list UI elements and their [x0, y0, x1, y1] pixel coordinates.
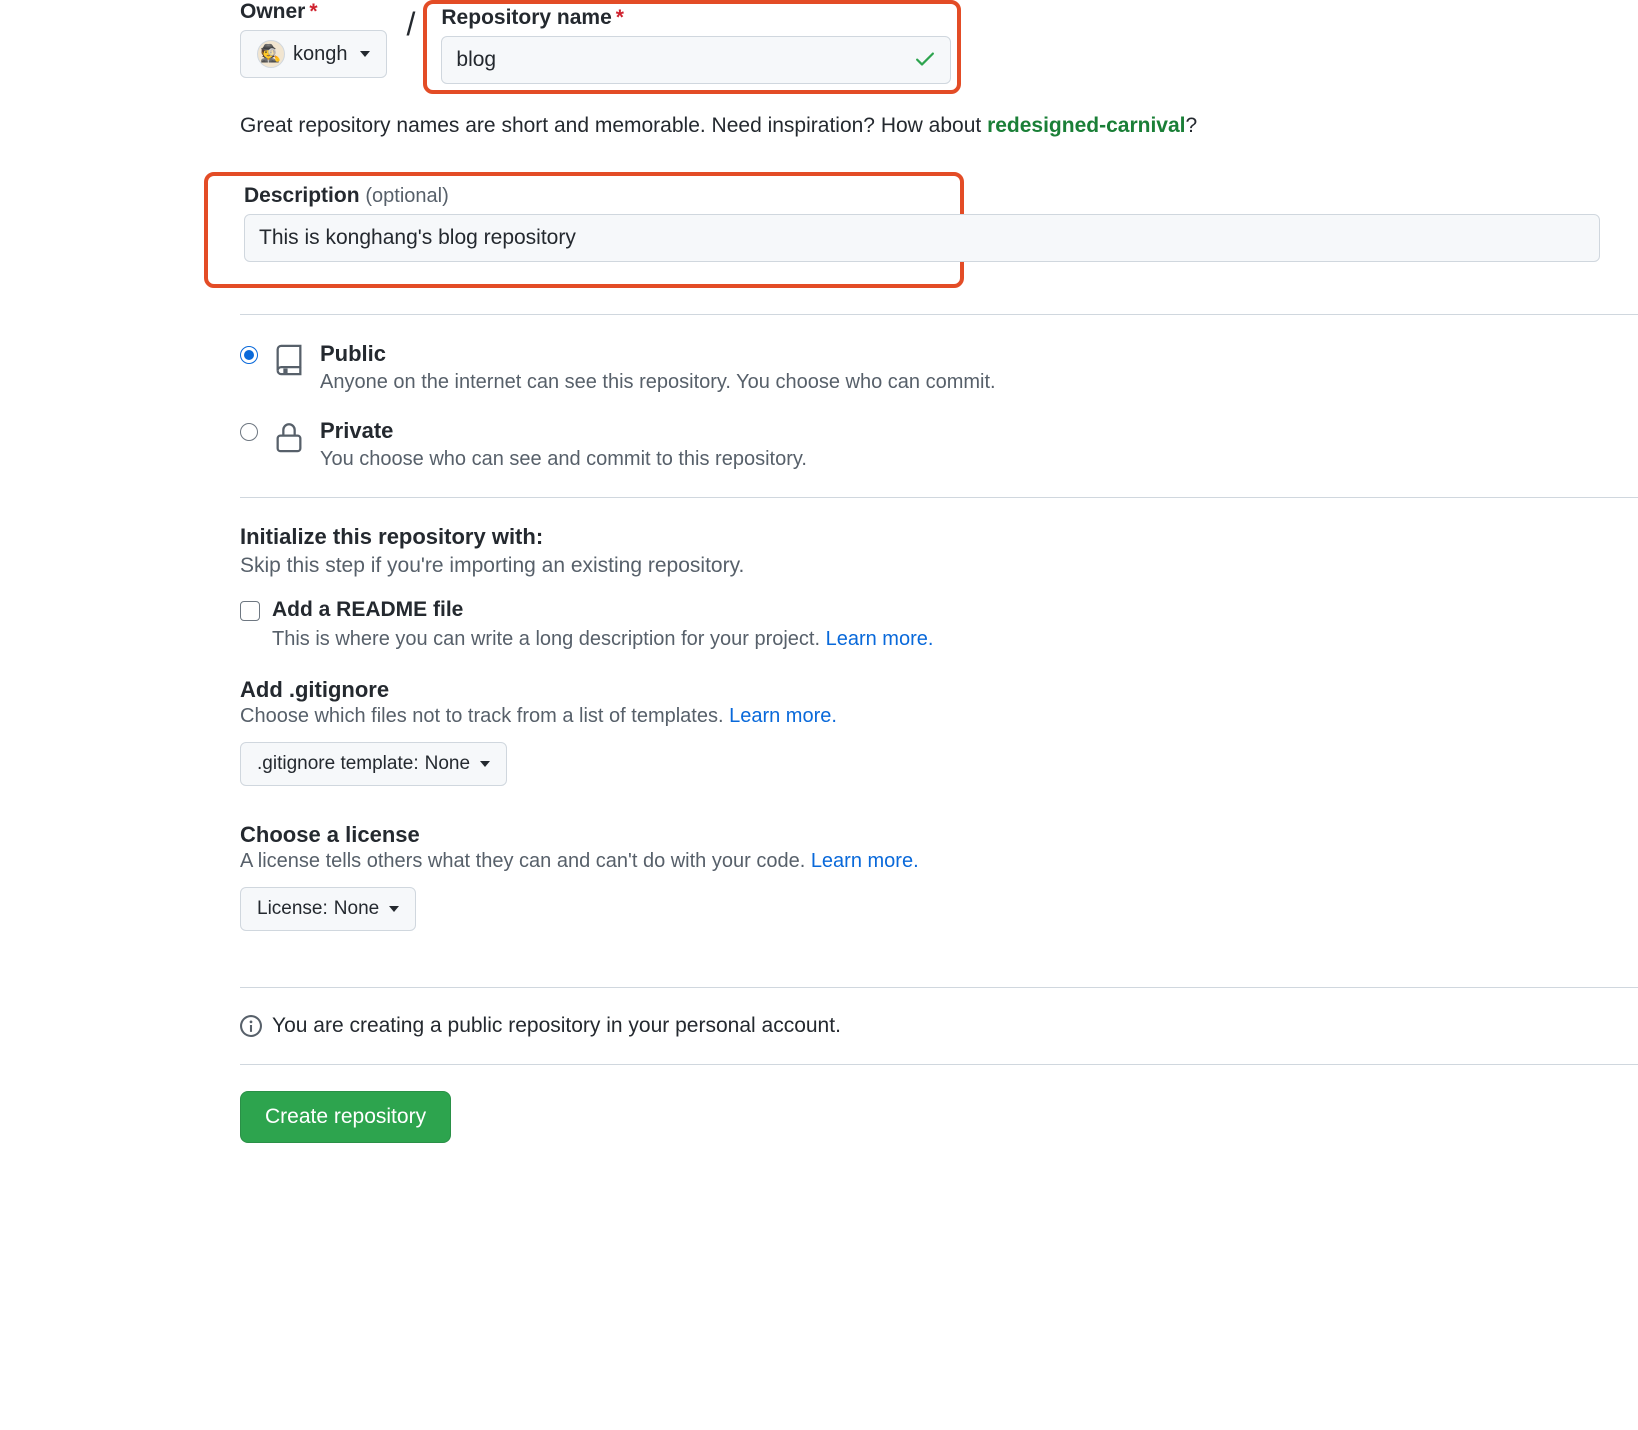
owner-username: kongh [293, 43, 348, 66]
gitignore-desc: Choose which files not to track from a l… [240, 705, 729, 727]
initialize-heading: Initialize this repository with: [240, 524, 1638, 550]
repo-icon [272, 341, 306, 379]
chevron-down-icon [360, 51, 370, 57]
info-icon [240, 1015, 262, 1037]
chevron-down-icon [480, 761, 490, 767]
repo-name-hint: Great repository names are short and mem… [240, 114, 987, 137]
visibility-public-radio[interactable] [240, 346, 258, 364]
gitignore-heading: Add .gitignore [240, 677, 1638, 703]
license-select[interactable]: License: None [240, 887, 416, 931]
chevron-down-icon [389, 906, 399, 912]
readme-label: Add a README file [272, 598, 463, 622]
description-label: Description (optional) [244, 184, 449, 208]
lock-icon [272, 418, 306, 456]
readme-learn-more-link[interactable]: Learn more. [826, 628, 934, 650]
create-repository-button[interactable]: Create repository [240, 1091, 451, 1143]
readme-checkbox[interactable] [240, 601, 260, 621]
license-learn-more-link[interactable]: Learn more. [811, 850, 919, 872]
repo-name-label: Repository name* [441, 6, 951, 30]
check-icon [913, 47, 937, 74]
owner-label: Owner* [240, 0, 387, 24]
license-heading: Choose a license [240, 822, 1638, 848]
license-desc: A license tells others what they can and… [240, 850, 811, 872]
owner-repo-separator: / [401, 0, 422, 48]
visibility-private-title: Private [320, 418, 807, 444]
gitignore-template-select[interactable]: .gitignore template: None [240, 742, 507, 786]
info-text: You are creating a public repository in … [272, 1014, 841, 1038]
owner-select-button[interactable]: 🕵️ kongh [240, 30, 387, 78]
initialize-subtext: Skip this step if you're importing an ex… [240, 554, 1638, 578]
visibility-private-radio[interactable] [240, 423, 258, 441]
repo-name-suggestion[interactable]: redesigned-carnival [987, 114, 1185, 137]
gitignore-learn-more-link[interactable]: Learn more. [729, 705, 837, 727]
visibility-private-desc: You choose who can see and commit to thi… [320, 448, 807, 471]
readme-desc: This is where you can write a long descr… [272, 628, 826, 650]
avatar: 🕵️ [257, 40, 285, 68]
visibility-public-desc: Anyone on the internet can see this repo… [320, 371, 996, 394]
description-input[interactable] [244, 214, 1600, 262]
visibility-public-title: Public [320, 341, 996, 367]
repo-name-input[interactable] [441, 36, 951, 84]
